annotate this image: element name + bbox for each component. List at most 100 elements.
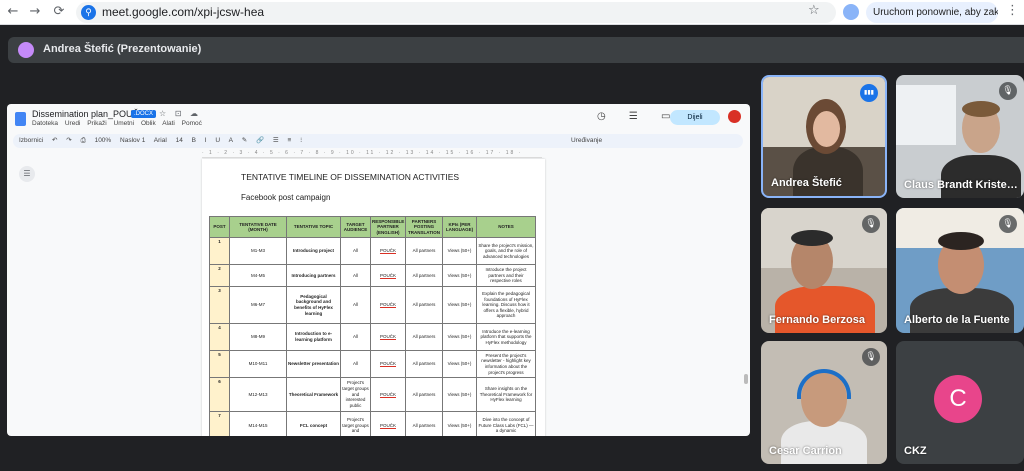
doc-title[interactable]: Dissemination plan_POUČK	[32, 109, 145, 119]
style-select[interactable]: Naslov 1	[120, 137, 145, 144]
menu-item[interactable]: Pomoć	[182, 120, 202, 127]
translation-cell[interactable]: All partners	[405, 286, 443, 324]
audience-cell[interactable]: All	[340, 264, 371, 287]
notes-cell[interactable]: Introduce the project partners and their…	[476, 264, 536, 287]
outline-icon[interactable]: ☰	[19, 166, 35, 182]
bold-icon[interactable]: B	[192, 137, 196, 144]
align-icon[interactable]: ☰	[273, 137, 279, 144]
audience-cell[interactable]: All	[340, 237, 371, 265]
reload-icon[interactable]: ⟳	[50, 3, 68, 21]
kpi-cell[interactable]: Views (50+)	[442, 350, 477, 378]
history-comment-meet-icons[interactable]: ◷ ☰ ▭	[597, 111, 681, 122]
notes-cell[interactable]: Dive into the concept of Future Class La…	[476, 411, 536, 436]
date-cell[interactable]: M8-M9	[229, 323, 287, 351]
title-action-icons[interactable]: ☆ ⊡ ☁	[159, 109, 201, 118]
post-number[interactable]: 4	[209, 323, 230, 351]
post-number[interactable]: 6	[209, 377, 230, 412]
partner-cell[interactable]: POUČK	[370, 377, 406, 412]
date-cell[interactable]: M1-M3	[229, 237, 287, 265]
font-select[interactable]: Arial	[154, 137, 167, 144]
notes-cell[interactable]: Share the project's mission, goals, and …	[476, 237, 536, 265]
notes-cell[interactable]: Share insights on the Theoretical Framew…	[476, 377, 536, 412]
post-number[interactable]: 3	[209, 286, 230, 324]
post-number[interactable]: 2	[209, 264, 230, 287]
partner-cell[interactable]: POUČK	[370, 350, 406, 378]
translation-cell[interactable]: All partners	[405, 323, 443, 351]
participant-tile-claus[interactable]: 🎙 Claus Brandt Kriste…	[896, 75, 1024, 198]
participant-tile-ckz[interactable]: C CKZ	[896, 341, 1024, 464]
partner-cell[interactable]: POUČK	[370, 286, 406, 324]
audience-cell[interactable]: Project's target groups and interested p…	[340, 377, 371, 412]
participant-tile-cesar[interactable]: 🎙 Cesar Carrion	[761, 341, 887, 464]
date-cell[interactable]: M6-M7	[229, 286, 287, 324]
participant-tile-fernando[interactable]: 🎙 Fernando Berzosa	[761, 208, 887, 333]
redo-icon[interactable]: ↷	[66, 137, 71, 144]
topic-cell[interactable]: Introducing partners	[286, 264, 341, 287]
audience-cell[interactable]: All	[340, 323, 371, 351]
date-cell[interactable]: M4-M5	[229, 264, 287, 287]
audience-cell[interactable]: All	[340, 350, 371, 378]
menu-item[interactable]: Uredi	[65, 120, 81, 127]
post-number[interactable]: 5	[209, 350, 230, 378]
menu-item[interactable]: Alati	[162, 120, 175, 127]
back-arrow-icon[interactable]: ←	[4, 3, 22, 21]
italic-icon[interactable]: I	[205, 137, 207, 144]
kpi-cell[interactable]: Views (50+)	[442, 323, 477, 351]
list-icon[interactable]: ≡	[288, 137, 292, 144]
undo-icon[interactable]: ↶	[52, 137, 57, 144]
partner-cell[interactable]: POUČK	[370, 323, 406, 351]
share-button[interactable]: Dijeli	[670, 110, 720, 125]
docs-logo-icon[interactable]	[15, 112, 26, 126]
partner-cell[interactable]: POUČK	[370, 264, 406, 287]
zoom-select[interactable]: 100%	[95, 137, 112, 144]
editing-mode-select[interactable]: Uređivanje	[571, 137, 602, 144]
post-number[interactable]: 7	[209, 411, 230, 436]
kpi-cell[interactable]: Views (50+)	[442, 264, 477, 287]
topic-cell[interactable]: Introduction to e-learning platform	[286, 323, 341, 351]
audience-cell[interactable]: All	[340, 286, 371, 324]
text-color-icon[interactable]: A	[229, 137, 233, 144]
browser-menu-icon[interactable]: ⋮	[1006, 3, 1019, 18]
date-cell[interactable]: M10-M11	[229, 350, 287, 378]
translation-cell[interactable]: All partners	[405, 350, 443, 378]
notes-cell[interactable]: Introduce the e-learning platform that s…	[476, 323, 536, 351]
avatar[interactable]	[728, 110, 741, 123]
kpi-cell[interactable]: Views (50+)	[442, 237, 477, 265]
participant-tile-alberto[interactable]: 🎙 Alberto de la Fuente	[896, 208, 1024, 333]
kpi-cell[interactable]: Views (50+)	[442, 286, 477, 324]
site-info-icon[interactable]: ⚲	[81, 5, 96, 20]
kpi-cell[interactable]: Views (50+)	[442, 377, 477, 412]
scrollbar[interactable]	[744, 159, 748, 429]
date-cell[interactable]: M12-M13	[229, 377, 287, 412]
menu-item[interactable]: Datoteka	[32, 120, 58, 127]
topic-cell[interactable]: FCL concept	[286, 411, 341, 436]
address-bar[interactable]: ⚲ meet.google.com/xpi-jcsw-hea	[76, 2, 836, 23]
kpi-cell[interactable]: Views (50+)	[442, 411, 477, 436]
url-text[interactable]: meet.google.com/xpi-jcsw-hea	[102, 5, 264, 19]
toolbar-item[interactable]: Izbornici	[19, 137, 43, 144]
partner-cell[interactable]: POUČK	[370, 411, 406, 436]
print-icon[interactable]: ⎙	[81, 137, 86, 144]
notes-cell[interactable]: Explain the pedagogical foundations of H…	[476, 286, 536, 324]
highlight-icon[interactable]: ✎	[242, 137, 247, 144]
link-icon[interactable]: 🔗	[256, 137, 264, 144]
translation-cell[interactable]: All partners	[405, 377, 443, 412]
topic-cell[interactable]: Pedagogical background and benefits of H…	[286, 286, 341, 324]
menu-item[interactable]: Oblik	[141, 120, 156, 127]
topic-cell[interactable]: Introducing project	[286, 237, 341, 265]
more-icon[interactable]: ⁝	[300, 137, 302, 144]
date-cell[interactable]: M14-M15	[229, 411, 287, 436]
post-number[interactable]: 1	[209, 237, 230, 265]
translation-cell[interactable]: All partners	[405, 264, 443, 287]
topic-cell[interactable]: Newsletter presentation	[286, 350, 341, 378]
bookmark-star-icon[interactable]: ☆	[808, 3, 820, 18]
translation-cell[interactable]: All partners	[405, 411, 443, 436]
audience-cell[interactable]: Project's target groups and	[340, 411, 371, 436]
profile-icon[interactable]	[843, 4, 859, 20]
forward-arrow-icon[interactable]: →	[26, 3, 44, 21]
participant-tile-andrea[interactable]: ▮▮▮ Andrea Štefić	[761, 75, 887, 198]
topic-cell[interactable]: Theoretical Framework	[286, 377, 341, 412]
partner-cell[interactable]: POUČK	[370, 237, 406, 265]
translation-cell[interactable]: All partners	[405, 237, 443, 265]
menu-item[interactable]: Prikaži	[87, 120, 107, 127]
